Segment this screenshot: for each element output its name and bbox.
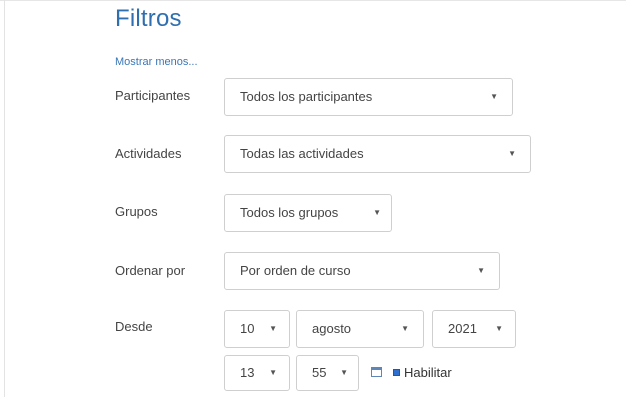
since-hour-value: 13 — [240, 365, 255, 380]
calendar-icon[interactable] — [371, 367, 382, 377]
left-divider — [4, 0, 5, 397]
since-hour-select[interactable]: 13 ▼ — [224, 355, 290, 391]
since-year-select[interactable]: 2021 ▼ — [432, 310, 516, 348]
caret-down-icon: ▼ — [490, 92, 498, 101]
show-less-link[interactable]: Mostrar menos... — [115, 56, 198, 68]
caret-down-icon: ▼ — [401, 324, 409, 333]
caret-down-icon: ▼ — [340, 368, 348, 377]
groups-select[interactable]: Todos los grupos ▼ — [224, 194, 392, 232]
since-minute-value: 55 — [312, 365, 327, 380]
participants-label: Participantes — [115, 88, 191, 103]
participants-select[interactable]: Todos los participantes ▼ — [224, 78, 513, 116]
filters-title: Filtros — [115, 5, 182, 32]
since-month-select[interactable]: agosto ▼ — [296, 310, 424, 348]
order-by-select-value: Por orden de curso — [240, 263, 351, 278]
enable-label: Habilitar — [404, 364, 452, 380]
since-year-value: 2021 — [448, 321, 477, 336]
caret-down-icon: ▼ — [373, 208, 381, 217]
order-by-label: Ordenar por — [115, 263, 186, 278]
activities-select-value: Todas las actividades — [240, 146, 364, 161]
since-label: Desde — [115, 319, 153, 334]
groups-label: Grupos — [115, 204, 158, 219]
caret-down-icon: ▼ — [508, 149, 516, 158]
top-divider — [0, 0, 626, 1]
enable-checkbox[interactable] — [393, 368, 400, 376]
caret-down-icon: ▼ — [269, 368, 277, 377]
activities-label: Actividades — [115, 146, 182, 161]
since-day-select[interactable]: 10 ▼ — [224, 310, 290, 348]
caret-down-icon: ▼ — [269, 324, 277, 333]
caret-down-icon: ▼ — [477, 266, 485, 275]
since-day-value: 10 — [240, 321, 255, 336]
order-by-select[interactable]: Por orden de curso ▼ — [224, 252, 500, 290]
since-enable-toggle[interactable]: Habilitar — [393, 364, 452, 380]
participants-select-value: Todos los participantes — [240, 89, 373, 104]
caret-down-icon: ▼ — [495, 324, 503, 333]
activities-select[interactable]: Todas las actividades ▼ — [224, 135, 531, 173]
since-month-value: agosto — [312, 321, 352, 336]
groups-select-value: Todos los grupos — [240, 205, 339, 220]
since-minute-select[interactable]: 55 ▼ — [296, 355, 359, 391]
filters-panel: Filtros Mostrar menos... Participantes T… — [0, 0, 626, 397]
